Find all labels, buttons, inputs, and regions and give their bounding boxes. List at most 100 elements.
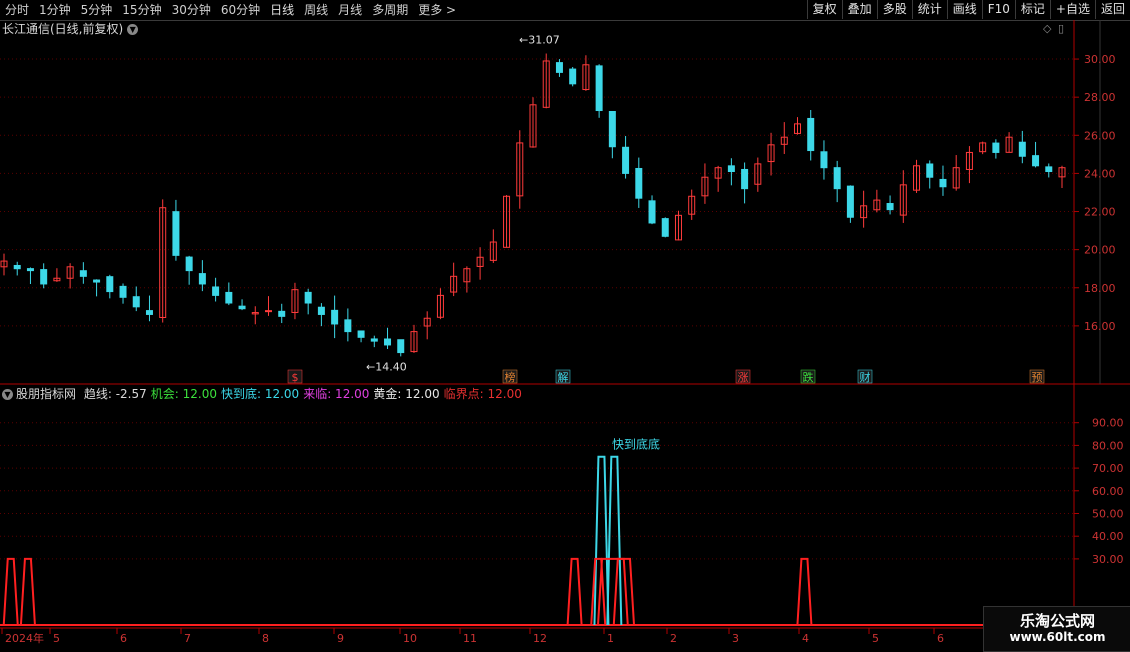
event-label: 榜 [505,370,516,384]
candle-body [238,305,246,310]
candle-body [833,167,841,190]
watermark-logo: 乐淘公式网 www.60lt.com [983,606,1130,652]
candle-body [1045,166,1053,173]
candle-body [635,167,643,199]
candle-body [926,163,934,178]
chevron-down-icon[interactable]: ▼ [2,389,13,400]
indicator-value: 来临: 12.00 [303,387,370,401]
indicator-value: 黄金: 12.00 [373,387,440,401]
candle-body [1018,141,1026,157]
candle-body [992,142,1000,153]
candle-body [661,218,669,237]
candle-body [132,296,140,308]
event-label: 涨 [738,371,749,384]
candle-body [331,309,339,325]
candle-body [807,117,815,152]
candle-body [397,339,405,354]
event-label: 预 [1032,371,1043,384]
candle-body [317,306,325,315]
time-label: 11 [463,632,477,645]
price-tick-label: 22.00 [1084,206,1116,219]
indicator-legend: ▼ 股朋指标网 趋线: -2.57 机会: 12.00 快到底: 12.00 来临: 1… [2,386,526,402]
candle-body [13,264,21,270]
candle-body [846,185,854,218]
low-label: ←14.40 [366,360,407,373]
candle-body [212,286,220,296]
time-label: 7 [184,632,191,645]
time-label: 9 [337,632,344,645]
candle-body [555,62,563,73]
candle-body [939,178,947,188]
time-label: 3 [732,632,739,645]
price-tick-label: 28.00 [1084,91,1116,104]
indicator-spike [593,455,610,626]
candle-body [384,338,392,346]
watermark-title: 乐淘公式网 [1019,612,1095,630]
candle-body [595,65,603,112]
candle-body [569,68,577,85]
candle-body [370,338,378,342]
indicator-tick-label: 60.00 [1092,485,1124,498]
event-label: 解 [558,370,569,384]
time-label: 10 [403,632,417,645]
indicator-value: 趋线: -2.57 [83,387,147,401]
candle-body [225,291,233,304]
candle-body [26,268,34,272]
indicator-name: 股朋指标网 [16,387,77,401]
time-label: 5 [53,632,60,645]
indicator-value: 机会: 12.00 [150,387,217,401]
candle-body [185,256,193,272]
price-tick-label: 16.00 [1084,320,1116,333]
indicator-spike [19,557,36,626]
candle-body [145,310,153,315]
indicator-tick-label: 50.00 [1092,508,1124,521]
indicator-value: 快到底: 12.00 [220,387,300,401]
candle-body [172,211,180,256]
candle-body [304,291,312,304]
candle-body [278,310,286,317]
time-label: 6 [937,632,944,645]
price-tick-label: 20.00 [1084,244,1116,257]
price-tick-label: 30.00 [1084,53,1116,66]
candle-body [198,273,206,285]
indicator-tick-label: 30.00 [1092,553,1124,566]
time-label: 5 [872,632,879,645]
candle-body [608,110,616,148]
event-label: $ [292,371,299,384]
candle-body [79,270,87,277]
indicator-tick-label: 90.00 [1092,417,1124,430]
candle-body [648,200,656,224]
indicator-spike [566,557,583,626]
candle-body [357,330,365,338]
candle-body [265,310,272,313]
candle-body [1032,155,1040,167]
candle-body [820,151,828,169]
candle-body [93,279,101,283]
candle-body [622,146,630,174]
watermark-url: www.60lt.com [1009,630,1106,644]
time-label: 2 [670,632,677,645]
time-label: 12 [533,632,547,645]
time-label: 6 [120,632,127,645]
candle-body [119,285,127,298]
price-chart-area: 16.00 18.00 20.00 22.00 24.00 26.00 28.00 30.00… [0,20,1130,645]
indicator-tick-label: 70.00 [1092,462,1124,475]
event-label: 财 [860,370,871,384]
candle-body [106,276,114,293]
event-label: 跌 [803,370,814,384]
candle-body [40,269,48,285]
price-tick-label: 18.00 [1084,282,1116,295]
price-tick-label: 24.00 [1084,167,1116,180]
indicator-spike [2,557,19,626]
candle-body [344,319,352,333]
indicator-value: 临界点: 12.00 [443,387,522,401]
time-label: 1 [607,632,614,645]
indicator-annotation: 快到底底 [612,436,660,451]
indicator-tick-label: 80.00 [1092,439,1124,452]
indicator-tick-label: 40.00 [1092,530,1124,543]
candle-body [886,203,894,211]
time-label: 8 [262,632,269,645]
candle-body [727,165,735,173]
indicator-spike [796,557,813,626]
price-tick-label: 26.00 [1084,129,1116,142]
